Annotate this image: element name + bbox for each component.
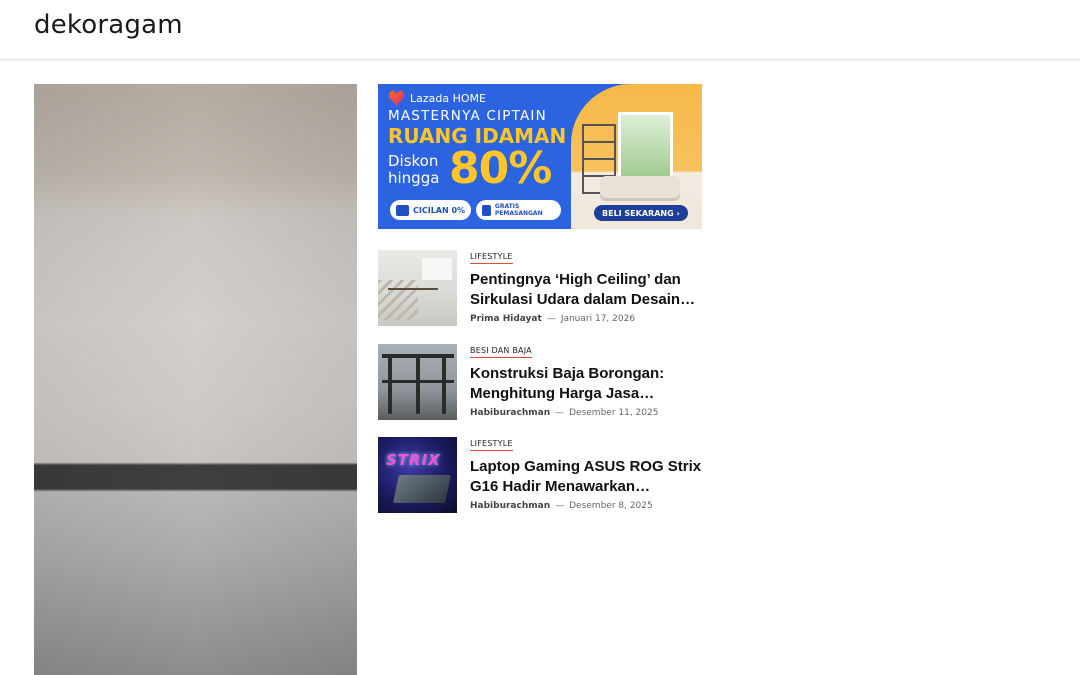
thumb-column bbox=[388, 356, 392, 414]
article-item[interactable]: LIFESTYLE Pentingnya ‘High Ceiling’ dan … bbox=[378, 250, 702, 326]
featured-image[interactable] bbox=[34, 84, 357, 675]
lazada-heart-icon bbox=[388, 90, 405, 106]
thumb-stair bbox=[378, 280, 418, 320]
thumb-column bbox=[416, 356, 420, 414]
featured-image-shade bbox=[34, 84, 357, 675]
lazada-ad-banner[interactable]: Lazada HOME MASTERNYA CIPTAIN RUANG IDAM… bbox=[378, 84, 702, 229]
site-header: dekoragam bbox=[0, 0, 1080, 60]
article-meta: Habiburachman — Desember 8, 2025 bbox=[470, 501, 653, 511]
ad-headline-1: MASTERNYA CIPTAIN bbox=[388, 108, 547, 124]
meta-separator: — bbox=[555, 408, 565, 418]
ad-install-pill: GRATIS PEMASANGAN bbox=[476, 200, 561, 220]
ad-brand: Lazada HOME bbox=[388, 89, 486, 107]
article-author[interactable]: Habiburachman bbox=[470, 501, 550, 511]
article-date: Desember 11, 2025 bbox=[569, 408, 659, 418]
article-title[interactable]: Laptop Gaming ASUS ROG Strix G16 Hadir M… bbox=[470, 457, 702, 496]
ad-install-label: GRATIS PEMASANGAN bbox=[494, 203, 543, 217]
article-meta: Prima Hidayat — Januari 17, 2026 bbox=[470, 314, 635, 324]
card-icon bbox=[396, 204, 409, 216]
thumb-rail bbox=[388, 288, 438, 290]
thumb-window bbox=[422, 258, 452, 280]
article-thumbnail[interactable]: STRIX bbox=[378, 437, 457, 513]
article-date: Januari 17, 2026 bbox=[560, 314, 636, 324]
article-title[interactable]: Pentingnya ‘High Ceiling’ dan Sirkulasi … bbox=[470, 270, 702, 309]
thumb-beam bbox=[382, 380, 454, 383]
ad-sofa-graphic bbox=[600, 176, 680, 198]
article-category[interactable]: LIFESTYLE bbox=[470, 252, 513, 264]
meta-separator: — bbox=[555, 501, 565, 511]
thumb-column bbox=[442, 356, 446, 414]
article-author[interactable]: Prima Hidayat bbox=[470, 314, 542, 324]
article-meta: Habiburachman — Desember 11, 2025 bbox=[470, 408, 658, 418]
ad-discount-label: Diskon hingga bbox=[388, 152, 440, 187]
ad-buy-now-button[interactable]: BELI SEKARANG › bbox=[594, 205, 688, 221]
ad-installment-pill: CICILAN 0% bbox=[390, 200, 472, 220]
meta-separator: — bbox=[546, 314, 556, 324]
ad-window-graphic bbox=[618, 112, 673, 182]
site-logo[interactable]: dekoragam bbox=[34, 10, 183, 40]
article-category[interactable]: LIFESTYLE bbox=[470, 439, 513, 451]
thumb-laptop bbox=[393, 475, 451, 503]
article-category[interactable]: BESI DAN BAJA bbox=[470, 346, 532, 358]
ad-discount-value: 80% bbox=[449, 143, 552, 194]
article-item[interactable]: STRIX LIFESTYLE Laptop Gaming ASUS ROG S… bbox=[378, 437, 702, 513]
thumb-strix-logo: STRIX bbox=[386, 451, 441, 469]
article-author[interactable]: Habiburachman bbox=[470, 408, 550, 418]
article-thumbnail[interactable] bbox=[378, 344, 457, 420]
article-date: Desember 8, 2025 bbox=[569, 501, 653, 511]
ad-installment-label: CICILAN 0% bbox=[413, 205, 466, 215]
tools-icon bbox=[482, 204, 491, 216]
article-item[interactable]: BESI DAN BAJA Konstruksi Baja Borongan: … bbox=[378, 344, 702, 420]
article-title[interactable]: Konstruksi Baja Borongan: Menghitung Har… bbox=[470, 364, 702, 403]
article-thumbnail[interactable] bbox=[378, 250, 457, 326]
ad-brand-label: Lazada HOME bbox=[410, 91, 486, 105]
